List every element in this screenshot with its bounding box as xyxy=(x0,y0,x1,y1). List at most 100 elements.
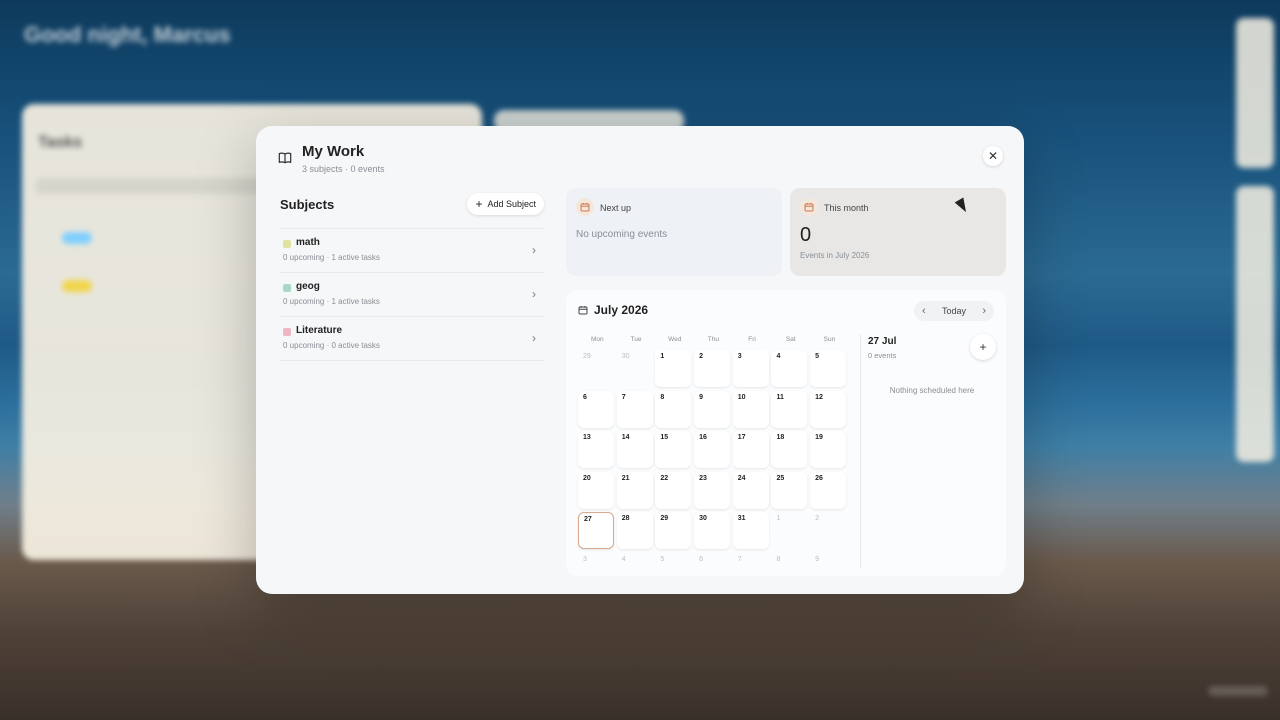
calendar-day[interactable]: 17 xyxy=(732,431,769,468)
calendar-day-outside[interactable]: 2 xyxy=(810,512,846,549)
add-event-button[interactable]: + xyxy=(970,334,996,360)
calendar-month: July 2026 xyxy=(594,303,649,317)
background-tag xyxy=(62,280,92,292)
calendar-day[interactable]: 14 xyxy=(616,431,653,468)
calendar-day[interactable]: 30 xyxy=(694,512,731,549)
divider xyxy=(860,334,861,568)
weekday-label: Tue xyxy=(630,336,642,343)
calendar-day-today[interactable]: 27 xyxy=(578,512,614,549)
background-greeting: Good night, Marcus xyxy=(24,22,231,47)
calendar-day[interactable]: 21 xyxy=(616,471,653,509)
calendar-day[interactable]: 13 xyxy=(578,431,614,468)
add-subject-label: Add Subject xyxy=(487,199,536,209)
this-month-label: This month xyxy=(824,203,869,213)
subject-meta: 0 upcoming · 1 active tasks xyxy=(283,253,380,262)
calendar-icon xyxy=(800,198,818,216)
calendar-day[interactable]: 19 xyxy=(810,431,847,468)
chevron-right-icon[interactable]: › xyxy=(982,305,986,317)
calendar-day-outside[interactable]: 30 xyxy=(617,350,653,387)
calendar-day[interactable]: 23 xyxy=(694,471,731,509)
subject-name: Literature xyxy=(296,325,343,336)
calendar-day-outside[interactable]: 3 xyxy=(578,553,614,577)
calendar-panel: July 2026 ‹ Today › Mon Tue Wed Thu Fri Sat Su… xyxy=(566,290,1006,576)
calendar-day[interactable]: 16 xyxy=(694,431,731,468)
my-work-modal: My Work 3 subjects · 0 events ✕ Subjects… xyxy=(256,126,1024,594)
this-month-card: This month 0 Events in July 2026 xyxy=(790,188,1006,276)
calendar-day[interactable]: 25 xyxy=(771,471,808,509)
subject-item-math[interactable]: math 0 upcoming · 1 active tasks › xyxy=(280,229,544,273)
weekday-label: Wed xyxy=(668,336,682,343)
calendar-icon xyxy=(578,306,588,315)
calendar-day[interactable]: 15 xyxy=(655,431,692,468)
calendar-day[interactable]: 31 xyxy=(732,512,769,549)
day-empty-message: Nothing scheduled here xyxy=(889,386,975,395)
modal-header: My Work 3 subjects · 0 events xyxy=(278,142,385,174)
chevron-right-icon: › xyxy=(532,331,536,345)
calendar-title: July 2026 xyxy=(578,303,648,317)
background-sidebar-top xyxy=(1236,18,1274,168)
this-month-count: 0 xyxy=(800,224,812,246)
calendar-day-outside[interactable]: 4 xyxy=(617,553,653,577)
calendar-day[interactable]: 29 xyxy=(655,512,692,549)
plus-icon: + xyxy=(475,197,483,211)
calendar-day[interactable]: 5 xyxy=(810,350,847,387)
weekday-label: Fri xyxy=(748,336,756,343)
calendar-day[interactable]: 22 xyxy=(655,471,692,509)
subject-list: math 0 upcoming · 1 active tasks › geog … xyxy=(280,228,544,361)
background-tasks-title: Tasks xyxy=(38,134,83,151)
plus-icon: + xyxy=(979,340,987,354)
calendar-day[interactable]: 3 xyxy=(732,350,769,387)
calendar-day-outside[interactable]: 1 xyxy=(771,512,807,549)
add-subject-button[interactable]: + Add Subject xyxy=(467,193,544,215)
subject-color-swatch xyxy=(283,284,291,292)
today-button[interactable]: Today xyxy=(942,306,966,316)
calendar-day[interactable]: 7 xyxy=(616,390,653,428)
calendar-day[interactable]: 18 xyxy=(771,431,808,468)
subject-meta: 0 upcoming · 1 active tasks xyxy=(283,297,380,306)
subject-item-geog[interactable]: geog 0 upcoming · 1 active tasks › xyxy=(280,273,544,317)
calendar-day[interactable]: 4 xyxy=(771,350,808,387)
calendar-grid: 29 30 1 2 3 4 5 6 7 8 9 10 11 12 13 14 15 16 17 18 19 20 21 22 2… xyxy=(578,350,847,577)
calendar-day-outside[interactable]: 29 xyxy=(578,350,614,387)
calendar-day-outside[interactable]: 9 xyxy=(810,553,846,577)
calendar-day[interactable]: 8 xyxy=(655,390,692,428)
calendar-nav: ‹ Today › xyxy=(914,301,994,321)
calendar-day-outside[interactable]: 6 xyxy=(694,553,730,577)
chevron-left-icon[interactable]: ‹ xyxy=(922,305,926,317)
close-button[interactable]: ✕ xyxy=(983,146,1003,166)
chevron-right-icon: › xyxy=(532,287,536,301)
subject-name: geog xyxy=(296,281,320,292)
calendar-day[interactable]: 1 xyxy=(655,350,692,387)
modal-subtitle: 3 subjects · 0 events xyxy=(302,164,385,174)
weekday-header: Mon Tue Wed Thu Fri Sat Sun xyxy=(578,336,849,343)
subjects-panel: Subjects + Add Subject math 0 upcoming ·… xyxy=(280,192,544,361)
subject-item-literature[interactable]: Literature 0 upcoming · 0 active tasks › xyxy=(280,317,544,361)
calendar-day[interactable]: 10 xyxy=(732,390,769,428)
calendar-day-outside[interactable]: 7 xyxy=(733,553,769,577)
calendar-day[interactable]: 9 xyxy=(694,390,731,428)
this-month-caption: Events in July 2026 xyxy=(800,251,870,260)
calendar-day-outside[interactable]: 5 xyxy=(655,553,691,577)
chevron-right-icon: › xyxy=(532,243,536,257)
calendar-day[interactable]: 28 xyxy=(616,512,653,549)
background-sidebar-bottom xyxy=(1236,186,1274,462)
calendar-day[interactable]: 20 xyxy=(578,471,614,509)
calendar-day-outside[interactable]: 8 xyxy=(771,553,807,577)
background-tag xyxy=(62,232,92,244)
calendar-day[interactable]: 6 xyxy=(578,390,614,428)
calendar-day[interactable]: 2 xyxy=(694,350,731,387)
calendar-day[interactable]: 24 xyxy=(732,471,769,509)
subject-name: math xyxy=(296,237,320,248)
next-up-label: Next up xyxy=(600,203,632,213)
subject-meta: 0 upcoming · 0 active tasks xyxy=(283,341,380,350)
next-up-card: Next up No upcoming events xyxy=(566,188,782,276)
weekday-label: Sun xyxy=(823,336,836,343)
calendar-day[interactable]: 11 xyxy=(771,390,808,428)
subjects-heading: Subjects xyxy=(280,196,335,212)
book-icon xyxy=(278,152,292,164)
calendar-day[interactable]: 12 xyxy=(810,390,847,428)
close-icon: ✕ xyxy=(987,149,999,163)
calendar-day[interactable]: 26 xyxy=(810,471,847,509)
weekday-label: Mon xyxy=(591,336,604,343)
modal-title: My Work xyxy=(302,143,365,160)
